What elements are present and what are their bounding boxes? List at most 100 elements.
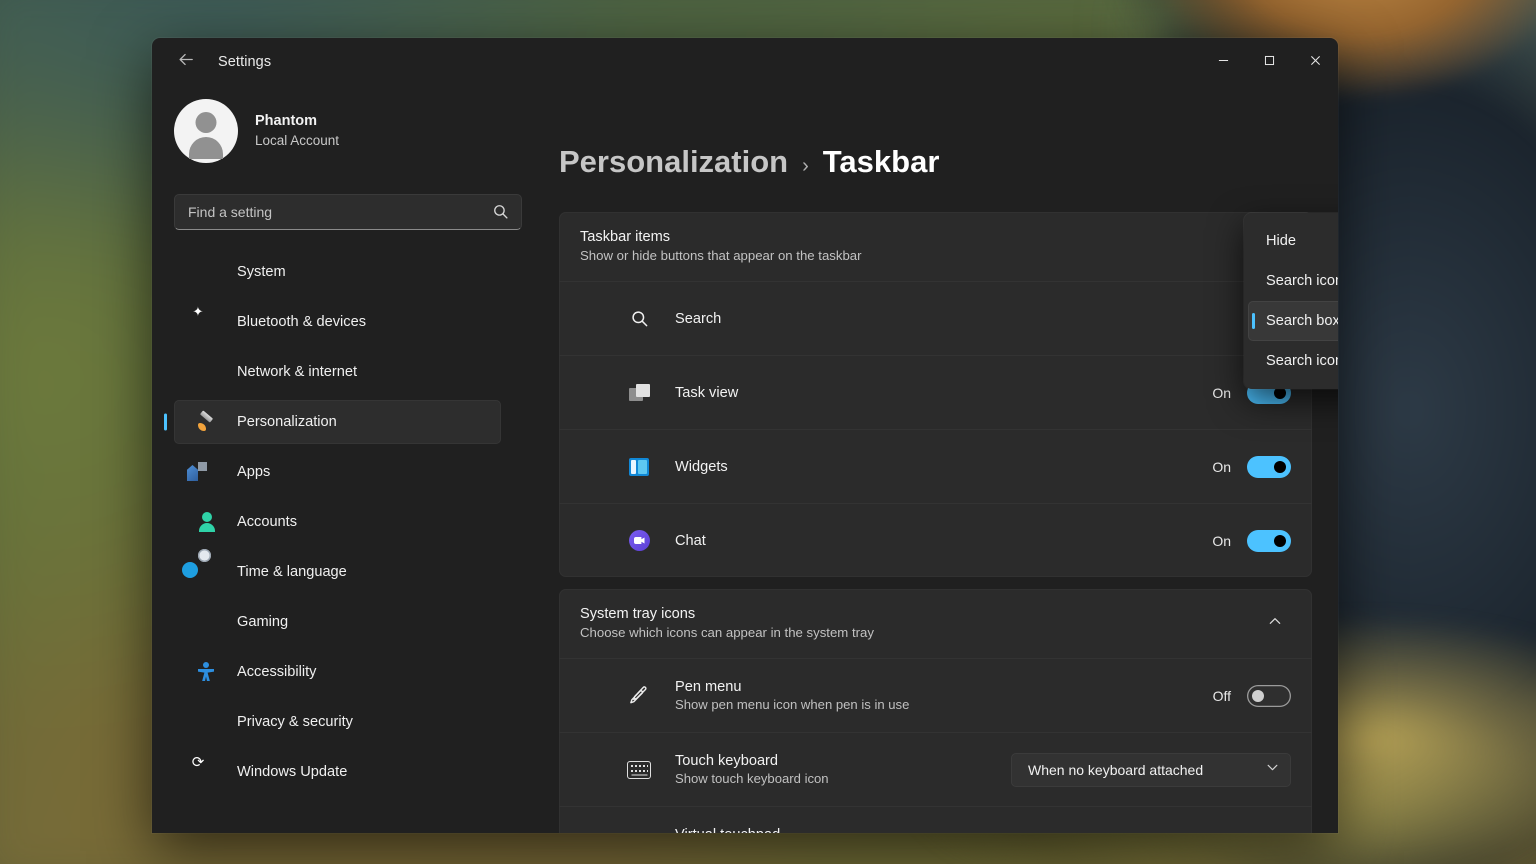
touch-keyboard-select[interactable]: When no keyboard attached: [1011, 752, 1291, 787]
minimize-icon: [1218, 53, 1229, 71]
back-arrow-icon: [178, 51, 195, 73]
card-title: System tray icons: [580, 606, 696, 622]
search-input[interactable]: [174, 194, 522, 230]
widgets-icon: [627, 455, 651, 479]
flyout-item-label: Search box: [1266, 313, 1338, 329]
flyout-item-hide[interactable]: Hide: [1248, 221, 1338, 261]
sidebar-item-label: Windows Update: [237, 764, 348, 780]
flyout-item-label: Search icon only: [1266, 273, 1338, 289]
title-bar: Settings: [152, 38, 1338, 85]
sidebar-item-accounts[interactable]: Accounts: [174, 500, 501, 544]
sidebar-search: [174, 194, 522, 230]
sidebar-item-bluetooth-devices[interactable]: Bluetooth & devices: [174, 300, 501, 344]
widgets-toggle[interactable]: [1247, 455, 1291, 478]
flyout-item-label: Search icon and label: [1266, 353, 1338, 369]
table-row[interactable]: Search: [559, 281, 1312, 355]
pen-menu-toggle[interactable]: [1247, 684, 1291, 707]
breadcrumb-separator-icon: ›: [802, 155, 809, 177]
sidebar-item-system[interactable]: System: [174, 250, 501, 294]
taskview-icon: [627, 381, 651, 405]
system-icon: [198, 262, 218, 282]
table-row[interactable]: Chat On: [559, 503, 1312, 577]
row-label: Chat: [675, 532, 706, 549]
sidebar-item-accessibility[interactable]: Accessibility: [174, 650, 501, 694]
row-label: Search: [675, 310, 722, 327]
sidebar-item-gaming[interactable]: Gaming: [174, 600, 501, 644]
card-taskbar-items: Taskbar items Show or hide buttons that …: [559, 212, 1312, 577]
search-icon: [492, 203, 509, 225]
page-title: Taskbar: [822, 144, 940, 179]
sidebar-item-label: Time & language: [237, 564, 347, 580]
apps-icon: [198, 462, 218, 482]
paintbrush-icon: [198, 412, 218, 432]
bluetooth-icon: [198, 312, 218, 332]
pen-icon: [627, 684, 651, 708]
sidebar-item-label: Gaming: [237, 614, 289, 630]
row-label: Touch keyboard: [675, 753, 779, 769]
chevron-down-icon: [1266, 761, 1279, 779]
table-row[interactable]: Widgets On: [559, 429, 1312, 503]
window-controls: [1200, 38, 1338, 85]
account-name: Phantom: [255, 113, 318, 130]
avatar: [174, 99, 238, 163]
flyout-item-search-icon-only[interactable]: Search icon only: [1248, 261, 1338, 301]
select-value: When no keyboard attached: [1028, 761, 1204, 778]
sidebar-nav: System Bluetooth & devices Network & int…: [152, 250, 525, 794]
card-system-tray-icons: System tray icons Choose which icons can…: [559, 589, 1312, 833]
toggle-state-label: On: [1212, 384, 1231, 401]
keyboard-icon: [627, 758, 651, 782]
card-subtitle: Show or hide buttons that appear on the …: [580, 248, 862, 263]
sidebar-item-network-internet[interactable]: Network & internet: [174, 350, 501, 394]
chat-toggle[interactable]: [1247, 529, 1291, 552]
sidebar-item-label: Accounts: [237, 514, 298, 530]
virtual-touchpad-toggle[interactable]: [1247, 832, 1291, 833]
sidebar-item-label: Personalization: [237, 414, 337, 430]
sidebar-item-privacy-security[interactable]: Privacy & security: [174, 700, 501, 744]
sidebar-item-label: System: [237, 264, 286, 280]
flyout-item-search-icon-and-label[interactable]: Search icon and label: [1248, 341, 1338, 381]
sidebar: Phantom Local Account System: [152, 85, 525, 833]
sidebar-item-windows-update[interactable]: Windows Update: [174, 750, 501, 794]
row-sublabel: Show touch keyboard icon: [675, 771, 829, 786]
table-row[interactable]: Virtual touchpad Always show virtual tou…: [559, 806, 1312, 833]
app-title: Settings: [218, 53, 272, 70]
toggle-state-label: Off: [1212, 687, 1231, 704]
shield-icon: [198, 712, 218, 732]
collapse-button[interactable]: [1259, 607, 1291, 639]
row-sublabel: Show pen menu icon when pen is in use: [675, 697, 910, 712]
card-subtitle: Choose which icons can appear in the sys…: [580, 625, 874, 640]
flyout-item-search-box[interactable]: Search box: [1248, 301, 1338, 341]
maximize-button[interactable]: [1246, 38, 1292, 85]
toggle-state-label: On: [1212, 458, 1231, 475]
chevron-up-icon: [1268, 614, 1282, 633]
toggle-state-label: On: [1212, 532, 1231, 549]
sidebar-item-label: Accessibility: [237, 664, 317, 680]
clock-globe-icon: [198, 562, 218, 582]
account-block[interactable]: Phantom Local Account: [152, 85, 525, 163]
table-row[interactable]: Touch keyboard Show touch keyboard icon …: [559, 732, 1312, 806]
sidebar-item-personalization[interactable]: Personalization: [174, 400, 501, 444]
touchpad-icon: [627, 832, 651, 834]
breadcrumb-parent[interactable]: Personalization: [559, 144, 788, 180]
sidebar-item-label: Apps: [237, 464, 271, 480]
back-button[interactable]: [170, 46, 202, 78]
sidebar-item-label: Network & internet: [237, 364, 358, 380]
row-label: Task view: [675, 384, 739, 401]
card-header[interactable]: System tray icons Choose which icons can…: [559, 589, 1312, 658]
sidebar-item-apps[interactable]: Apps: [174, 450, 501, 494]
minimize-button[interactable]: [1200, 38, 1246, 85]
table-row[interactable]: Pen menu Show pen menu icon when pen is …: [559, 658, 1312, 732]
table-row[interactable]: Task view On: [559, 355, 1312, 429]
sidebar-item-time-language[interactable]: Time & language: [174, 550, 501, 594]
card-title: Taskbar items: [580, 229, 671, 245]
row-label: Pen menu: [675, 679, 742, 695]
breadcrumb: Personalization › Taskbar: [559, 85, 1312, 212]
maximize-icon: [1264, 53, 1275, 71]
main-content: Personalization › Taskbar Taskbar items …: [525, 85, 1338, 833]
sidebar-item-label: Privacy & security: [237, 714, 353, 730]
row-label: Widgets: [675, 458, 728, 475]
search-icon: [627, 307, 651, 331]
account-type: Local Account: [255, 133, 340, 149]
close-button[interactable]: [1292, 38, 1338, 85]
account-icon: [198, 512, 218, 532]
